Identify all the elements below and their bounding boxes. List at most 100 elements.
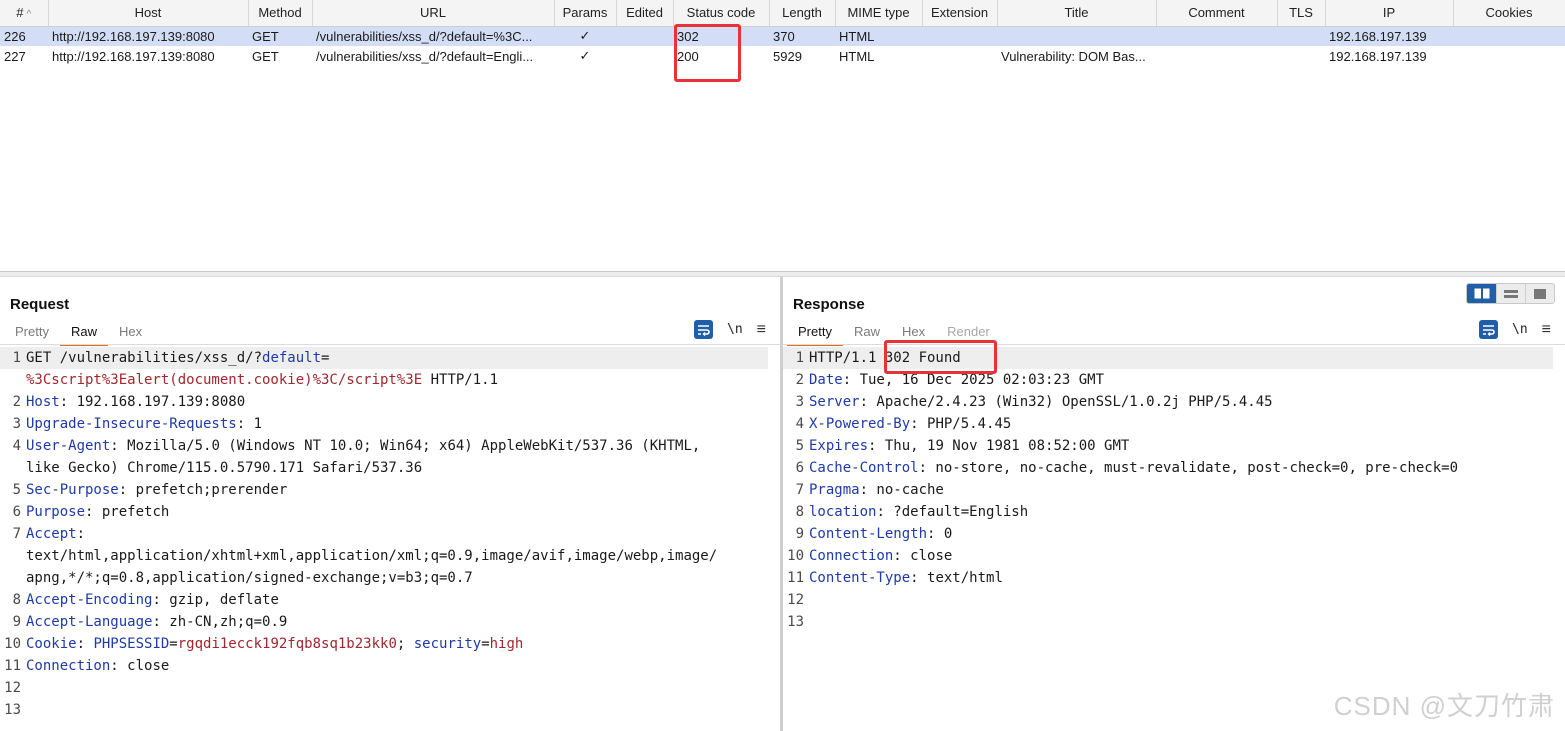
single-pane-icon[interactable]	[1525, 284, 1554, 303]
cell-cookies	[1453, 46, 1565, 66]
tab-hex[interactable]: Hex	[108, 321, 153, 345]
table-row[interactable]: 226 http://192.168.197.139:8080 GET /vul…	[0, 26, 1565, 46]
code-text: HTTP/1.1 302 Found	[809, 350, 961, 366]
code-text: : Mozilla/5.0 (Windows NT 10.0; Win64; x…	[110, 438, 701, 454]
code-line: 7 Pragma: no-cache	[783, 479, 1553, 501]
col-header-tls[interactable]: TLS	[1277, 0, 1326, 27]
line-content: HTTP/1.1 302 Found	[809, 347, 1553, 369]
col-header-url[interactable]: URL	[312, 0, 555, 27]
tab-pretty[interactable]: Pretty	[4, 321, 60, 345]
show-newlines-button[interactable]: \n	[727, 322, 743, 337]
col-header-number[interactable]: # ^	[0, 0, 49, 27]
tab-render[interactable]: Render	[936, 321, 1001, 345]
hamburger-menu-icon[interactable]: ≡	[1542, 321, 1551, 338]
col-header-edited[interactable]: Edited	[616, 0, 674, 27]
col-header-comment[interactable]: Comment	[1156, 0, 1278, 27]
watermark: CSDN @文刀竹肃	[1333, 691, 1555, 721]
line-content	[809, 589, 1553, 611]
request-title: Request	[10, 296, 70, 313]
code-text: text/html,application/xhtml+xml,applicat…	[26, 548, 718, 564]
col-header-cookies[interactable]: Cookies	[1453, 0, 1565, 27]
split-horizontal-icon[interactable]	[1467, 284, 1496, 303]
code-line: 8 Accept-Encoding: gzip, deflate	[0, 589, 768, 611]
cell-tls	[1277, 26, 1325, 46]
tab-hex[interactable]: Hex	[891, 321, 936, 345]
response-tabs: Pretty Raw Hex Render	[787, 321, 1001, 346]
cell-title: Vulnerability: DOM Bas...	[1001, 48, 1146, 64]
show-newlines-button[interactable]: \n	[1512, 322, 1528, 337]
code-line: like Gecko) Chrome/115.0.5790.171 Safari…	[0, 457, 768, 479]
col-header-ip[interactable]: IP	[1325, 0, 1454, 27]
param-name: PHPSESSID	[93, 636, 170, 652]
code-text: : 1	[236, 416, 263, 432]
col-header-params[interactable]: Params	[554, 0, 617, 27]
param-name: default	[262, 350, 322, 366]
line-content: location: ?default=English	[809, 501, 1553, 523]
col-header-host[interactable]: Host	[48, 0, 249, 27]
code-text: : 0	[927, 526, 953, 542]
line-content: Connection: close	[26, 655, 768, 677]
code-line: 7 Accept:	[0, 523, 768, 545]
request-toolbar: \n ≡	[694, 320, 766, 339]
split-vertical-icon[interactable]	[1496, 284, 1525, 303]
col-header-mime-type[interactable]: MIME type	[835, 0, 923, 27]
header-name: User-Agent	[26, 438, 111, 454]
cell-ip: 192.168.197.139	[1325, 26, 1453, 46]
response-editor[interactable]: 1 HTTP/1.1 302 Found 2 Date: Tue, 16 Dec 20…	[783, 347, 1553, 633]
code-line: 11 Content-Type: text/html	[783, 567, 1553, 589]
code-text: : prefetch;prerender	[118, 482, 288, 498]
code-line: 12	[0, 677, 768, 699]
response-toolbar: \n ≡	[1479, 320, 1551, 339]
cell-ip: 192.168.197.139	[1329, 48, 1427, 64]
cell-length: 370	[769, 26, 835, 46]
hamburger-menu-icon[interactable]: ≡	[757, 321, 766, 338]
wrap-lines-icon[interactable]	[1479, 320, 1498, 339]
tab-pretty[interactable]: Pretty	[787, 321, 843, 346]
line-number: 4	[12, 438, 21, 454]
code-line: 10 Connection: close	[783, 545, 1553, 567]
line-content: User-Agent: Mozilla/5.0 (Windows NT 10.0…	[26, 435, 768, 457]
line-content: X-Powered-By: PHP/5.4.45	[809, 413, 1553, 435]
table-row[interactable]: 227 http://192.168.197.139:8080 GET /vul…	[0, 46, 1565, 66]
code-text: : no-cache	[859, 482, 944, 498]
line-content	[26, 699, 768, 721]
col-header-extension[interactable]: Extension	[922, 0, 998, 27]
line-content: %3Cscript%3Ealert(document.cookie)%3C/sc…	[26, 369, 768, 391]
wrap-lines-icon[interactable]	[694, 320, 713, 339]
header-name: Upgrade-Insecure-Requests	[26, 416, 237, 432]
line-number: 7	[12, 526, 21, 542]
code-line: %3Cscript%3Ealert(document.cookie)%3C/sc…	[0, 369, 768, 391]
code-text: : ?default=English	[876, 504, 1029, 520]
code-text: : PHP/5.4.45	[910, 416, 1012, 432]
line-content: Content-Type: text/html	[809, 567, 1553, 589]
code-text: :	[76, 636, 94, 652]
line-content: Accept-Encoding: gzip, deflate	[26, 589, 768, 611]
col-header-length[interactable]: Length	[769, 0, 836, 27]
code-line: 3 Server: Apache/2.4.23 (Win32) OpenSSL/1…	[783, 391, 1553, 413]
header-name: Connection	[26, 658, 111, 674]
code-text: =	[169, 636, 178, 652]
code-text: :	[76, 526, 86, 542]
code-text: apng,*/*;q=0.8,application/signed-exchan…	[26, 570, 473, 586]
tab-raw[interactable]: Raw	[59, 321, 108, 346]
code-text: : prefetch	[85, 504, 170, 520]
col-header-method[interactable]: Method	[248, 0, 313, 27]
col-header-title[interactable]: Title	[997, 0, 1157, 27]
line-number: 9	[795, 526, 804, 542]
header-name: Purpose	[26, 504, 86, 520]
code-line: 4 User-Agent: Mozilla/5.0 (Windows NT 10.…	[0, 435, 768, 457]
line-content: Pragma: no-cache	[809, 479, 1553, 501]
header-name: Content-Length	[809, 526, 928, 542]
cell-method: GET	[252, 48, 279, 64]
layout-toggle-group	[1466, 283, 1555, 304]
tab-raw[interactable]: Raw	[843, 321, 891, 345]
header-name: Connection	[809, 548, 894, 564]
code-line: 9 Accept-Language: zh-CN,zh;q=0.9	[0, 611, 768, 633]
request-editor[interactable]: 1 GET /vulnerabilities/xss_d/?default= %3C…	[0, 347, 768, 721]
cell-cookies	[1453, 26, 1565, 46]
col-header-status-code[interactable]: Status code	[673, 0, 770, 27]
code-text: =	[481, 636, 490, 652]
code-line: apng,*/*;q=0.8,application/signed-exchan…	[0, 567, 768, 589]
line-number: 8	[795, 504, 804, 520]
cell-extension	[922, 46, 997, 66]
